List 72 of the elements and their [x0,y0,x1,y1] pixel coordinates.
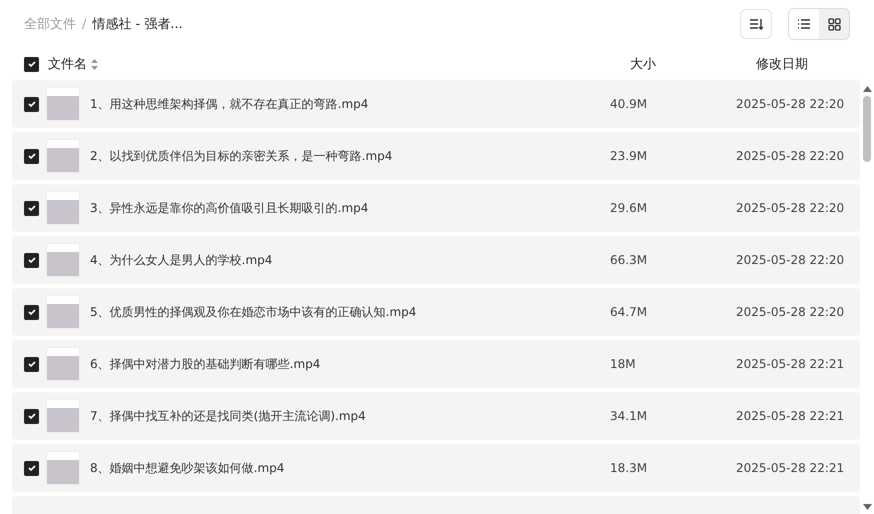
name-column-header[interactable]: 文件名 [48,55,87,73]
file-size: 64.7M [610,305,648,319]
row-checkbox[interactable] [24,200,39,216]
file-name: 8、婚姻中想避免吵架该如何做.mp4 [90,460,284,476]
file-row[interactable]: 7、择偶中找互补的还是找同类(抛开主流论调).mp4 34.1M 2025-05-28 22:21 [12,392,860,440]
check-icon [26,151,36,161]
row-checkbox[interactable] [24,304,39,320]
file-row[interactable]: 5、优质男性的择偶观及你在婚恋市场中该有的正确认知.mp4 64.7M 2025-05-28 22:20 [12,288,860,336]
row-checkbox[interactable] [24,252,39,268]
modified-date: 2025-05-28 22:21 [736,461,846,475]
file-name: 2、以找到优质伴侣为目标的亲密关系，是一种弯路.mp4 [90,148,392,164]
file-name: 4、为什么女人是男人的学校.mp4 [90,252,272,268]
check-icon [26,203,36,213]
video-thumbnail-placeholder [46,243,80,277]
video-thumbnail-placeholder [46,399,80,433]
video-thumbnail-placeholder [46,139,80,173]
scroll-up-icon[interactable] [862,86,872,92]
modified-date: 2025-05-28 22:20 [736,253,846,267]
file-row[interactable]: 8、婚姻中想避免吵架该如何做.mp4 18.3M 2025-05-28 22:21 [12,444,860,492]
file-size: 18M [610,357,637,371]
file-row[interactable]: 6、择偶中对潜力股的基础判断有哪些.mp4 18M 2025-05-28 22:21 [12,340,860,388]
check-icon [26,255,36,265]
row-checkbox[interactable] [24,408,39,424]
file-name: 3、异性永远是靠你的高价值吸引且长期吸引的.mp4 [90,200,368,216]
video-thumbnail-placeholder [46,295,80,329]
check-icon [26,411,36,421]
list-view-button[interactable] [789,9,819,39]
scrollbar-thumb[interactable] [863,96,871,162]
file-size: 66.3M [610,253,648,267]
scroll-down-icon[interactable] [862,504,872,510]
sort-button[interactable] [740,9,772,39]
check-icon [26,307,36,317]
file-size: 40.9M [610,97,648,111]
file-row[interactable]: 3、异性永远是靠你的高价值吸引且长期吸引的.mp4 29.6M 2025-05-28 22:20 [12,184,860,232]
file-size: 18.3M [610,461,648,475]
video-thumbnail-placeholder [46,451,80,485]
check-icon [26,463,36,473]
sort-arrows-icon[interactable] [91,58,98,70]
select-all-checkbox[interactable] [24,56,39,72]
modified-date: 2025-05-28 22:21 [736,409,846,423]
file-name: 1、用这种思维架构择偶，就不存在真正的弯路.mp4 [90,96,368,112]
file-name: 6、择偶中对潜力股的基础判断有哪些.mp4 [90,356,320,372]
file-row[interactable]: 4、为什么女人是男人的学校.mp4 66.3M 2025-05-28 22:20 [12,236,860,284]
grid-icon [828,18,840,30]
size-column-header: 大小 [630,56,657,73]
modified-date: 2025-05-28 22:20 [736,97,846,111]
check-icon [26,359,36,369]
modified-column-header: 修改日期 [756,56,809,73]
row-checkbox[interactable] [24,148,39,164]
list-icon [797,18,811,30]
file-row[interactable]: 1、用这种思维架构择偶，就不存在真正的弯路.mp4 40.9M 2025-05-28 22:20 [12,80,860,128]
video-thumbnail-placeholder [46,347,80,381]
modified-date: 2025-05-28 22:20 [736,201,846,215]
sort-icon [749,17,763,31]
row-checkbox[interactable] [24,96,39,112]
breadcrumb-link[interactable]: 情感社 - 强者... [92,15,183,33]
file-size: 34.1M [610,409,648,423]
row-checkbox[interactable] [24,460,39,476]
row-checkbox[interactable] [24,356,39,372]
modified-date: 2025-05-28 22:20 [736,305,846,319]
check-icon [26,59,36,69]
file-name: 7、择偶中找互补的还是找同类(抛开主流论调).mp4 [90,408,366,424]
modified-date: 2025-05-28 22:20 [736,149,846,163]
modified-date: 2025-05-28 22:21 [736,357,846,371]
video-thumbnail-placeholder [46,191,80,225]
breadcrumb-separator: / [82,16,86,32]
video-thumbnail-placeholder [46,87,80,121]
file-name: 5、优质男性的择偶观及你在婚恋市场中该有的正确认知.mp4 [90,304,416,320]
file-size: 23.9M [610,149,648,163]
check-icon [26,99,36,109]
file-row[interactable]: 2、以找到优质伴侣为目标的亲密关系，是一种弯路.mp4 23.9M 2025-05-28 22:20 [12,132,860,180]
file-size: 29.6M [610,201,648,215]
